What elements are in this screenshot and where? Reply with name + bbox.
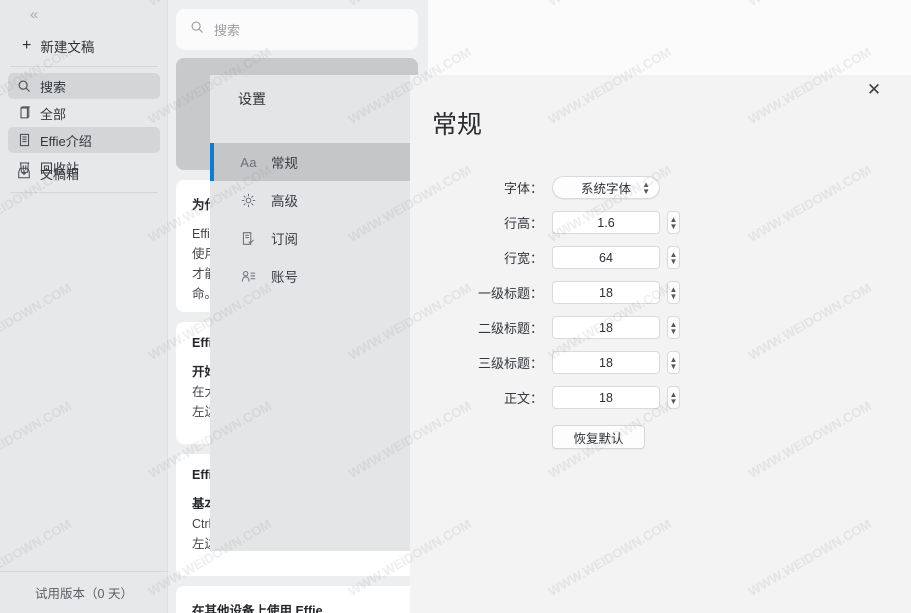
restore-defaults-button[interactable]: 恢复默认 bbox=[552, 425, 645, 449]
field-label: 一级标题： bbox=[477, 286, 543, 301]
sidebar-divider-bottom bbox=[10, 192, 158, 193]
heading3-size-input[interactable]: 18 bbox=[552, 351, 660, 374]
documents-icon bbox=[16, 105, 32, 121]
search-icon bbox=[190, 20, 204, 39]
card-title: 在其他设备上使用 Effie bbox=[192, 604, 323, 613]
settings-nav-account[interactable]: 账号 bbox=[210, 257, 410, 295]
search-icon bbox=[16, 78, 32, 94]
sidebar-item-label: Effie介绍 bbox=[40, 133, 92, 149]
caret-down-icon[interactable]: ▼ bbox=[670, 257, 678, 265]
field-value: 18 bbox=[599, 390, 613, 405]
field-value: 64 bbox=[599, 250, 613, 265]
search-input[interactable]: 搜索 bbox=[176, 9, 418, 50]
font-select-value: 系统字体 bbox=[580, 182, 631, 196]
new-document-button[interactable]: + 新建文稿 bbox=[22, 36, 94, 56]
settings-nav-label: 高级 bbox=[271, 194, 298, 209]
sidebar-item-search[interactable]: 搜索 bbox=[8, 73, 160, 99]
settings-nav-label: 常规 bbox=[271, 156, 298, 171]
field-label: 行高： bbox=[503, 216, 543, 231]
list-item[interactable]: 在其他设备上使用 Effie bbox=[176, 586, 418, 613]
account-icon bbox=[240, 268, 257, 285]
caret-down-icon[interactable]: ▼ bbox=[670, 397, 678, 405]
page-title: 常规 bbox=[432, 111, 483, 139]
field-value: 1.6 bbox=[597, 215, 615, 230]
font-aa-icon: Aa bbox=[240, 154, 257, 171]
settings-nav-subscription[interactable]: 订阅 bbox=[210, 219, 410, 257]
reset-row: 恢复默认 bbox=[410, 425, 911, 449]
field-label: 三级标题： bbox=[477, 356, 543, 371]
form-row-heading3: 三级标题： 18 ▲ ▼ bbox=[410, 345, 911, 380]
sidebar-item-effie-intro[interactable]: Effie介绍 bbox=[8, 127, 160, 153]
field-label: 行宽： bbox=[503, 251, 543, 266]
chevron-updown-icon: ▲ ▼ bbox=[642, 179, 650, 196]
plus-icon: + bbox=[22, 37, 32, 54]
caret-down-icon[interactable]: ▼ bbox=[670, 362, 678, 370]
form-row-heading2: 二级标题： 18 ▲ ▼ bbox=[410, 310, 911, 345]
sidebar-divider-top bbox=[10, 66, 158, 67]
sidebar-item-label: 文稿箱 bbox=[40, 166, 80, 182]
settings-nav-label: 订阅 bbox=[271, 232, 298, 247]
doc-lines-icon bbox=[16, 132, 32, 148]
line-height-stepper[interactable]: ▲ ▼ bbox=[667, 211, 680, 234]
caret-down-icon[interactable]: ▼ bbox=[670, 327, 678, 335]
field-label: 正文： bbox=[503, 391, 543, 406]
settings-content-panel: ✕ 常规 字体： 系统字体 ▲ ▼ 行高： 1.6 ▲ ▼ 行宽： 64 ▲ ▼… bbox=[410, 75, 911, 613]
heading2-stepper[interactable]: ▲ ▼ bbox=[667, 316, 680, 339]
inbox-icon bbox=[16, 165, 32, 181]
caret-down-icon[interactable]: ▼ bbox=[670, 292, 678, 300]
collapse-sidebar-icon[interactable]: « bbox=[30, 6, 38, 23]
form-row-font: 字体： 系统字体 ▲ ▼ bbox=[410, 170, 911, 205]
heading1-size-input[interactable]: 18 bbox=[552, 281, 660, 304]
heading2-size-input[interactable]: 18 bbox=[552, 316, 660, 339]
field-label: 字体： bbox=[503, 181, 543, 196]
search-placeholder: 搜索 bbox=[214, 23, 241, 38]
field-value: 18 bbox=[599, 355, 613, 370]
field-value: 18 bbox=[599, 320, 613, 335]
font-aa-glyph: Aa bbox=[240, 154, 257, 170]
settings-title: 设置 bbox=[238, 91, 266, 107]
settings-nav-list: Aa 常规 高级 订阅 账号 bbox=[210, 143, 410, 295]
sidebar-boxes: 文稿箱 bbox=[8, 160, 160, 187]
line-width-stepper[interactable]: ▲ ▼ bbox=[667, 246, 680, 269]
form-row-line-width: 行宽： 64 ▲ ▼ bbox=[410, 240, 911, 275]
heading1-stepper[interactable]: ▲ ▼ bbox=[667, 281, 680, 304]
field-value: 18 bbox=[599, 285, 613, 300]
sidebar-item-all[interactable]: 全部 bbox=[8, 100, 160, 126]
settings-nav-panel: 设置 Aa 常规 高级 订阅 账号 bbox=[210, 75, 410, 551]
sidebar-item-label: 全部 bbox=[40, 106, 67, 122]
settings-nav-general[interactable]: Aa 常规 bbox=[210, 143, 410, 181]
general-settings-form: 字体： 系统字体 ▲ ▼ 行高： 1.6 ▲ ▼ 行宽： 64 ▲ ▼ 一级标题… bbox=[410, 170, 911, 449]
settings-nav-label: 账号 bbox=[271, 270, 298, 285]
caret-down-icon[interactable]: ▼ bbox=[670, 222, 678, 230]
font-select[interactable]: 系统字体 ▲ ▼ bbox=[552, 176, 660, 199]
trial-status: 试用版本（0 天） bbox=[0, 571, 168, 613]
sidebar-item-inbox[interactable]: 文稿箱 bbox=[8, 160, 160, 186]
heading3-stepper[interactable]: ▲ ▼ bbox=[667, 351, 680, 374]
subscription-icon bbox=[240, 230, 257, 247]
line-width-input[interactable]: 64 bbox=[552, 246, 660, 269]
body-stepper[interactable]: ▲ ▼ bbox=[667, 386, 680, 409]
form-row-body: 正文： 18 ▲ ▼ bbox=[410, 380, 911, 415]
body-size-input[interactable]: 18 bbox=[552, 386, 660, 409]
form-row-heading1: 一级标题： 18 ▲ ▼ bbox=[410, 275, 911, 310]
field-label: 二级标题： bbox=[477, 321, 543, 336]
new-document-label: 新建文稿 bbox=[40, 40, 95, 55]
left-sidebar: « + 新建文稿 搜索 全部 Effie介绍 回收站 文稿箱 试用版本（0 天） bbox=[0, 0, 168, 613]
gear-icon bbox=[240, 192, 257, 209]
settings-nav-advanced[interactable]: 高级 bbox=[210, 181, 410, 219]
sidebar-item-label: 搜索 bbox=[40, 79, 67, 95]
close-icon[interactable]: ✕ bbox=[864, 79, 884, 99]
line-height-input[interactable]: 1.6 bbox=[552, 211, 660, 234]
form-row-line-height: 行高： 1.6 ▲ ▼ bbox=[410, 205, 911, 240]
app-window: « + 新建文稿 搜索 全部 Effie介绍 回收站 文稿箱 试用版本（0 天）… bbox=[0, 0, 911, 613]
